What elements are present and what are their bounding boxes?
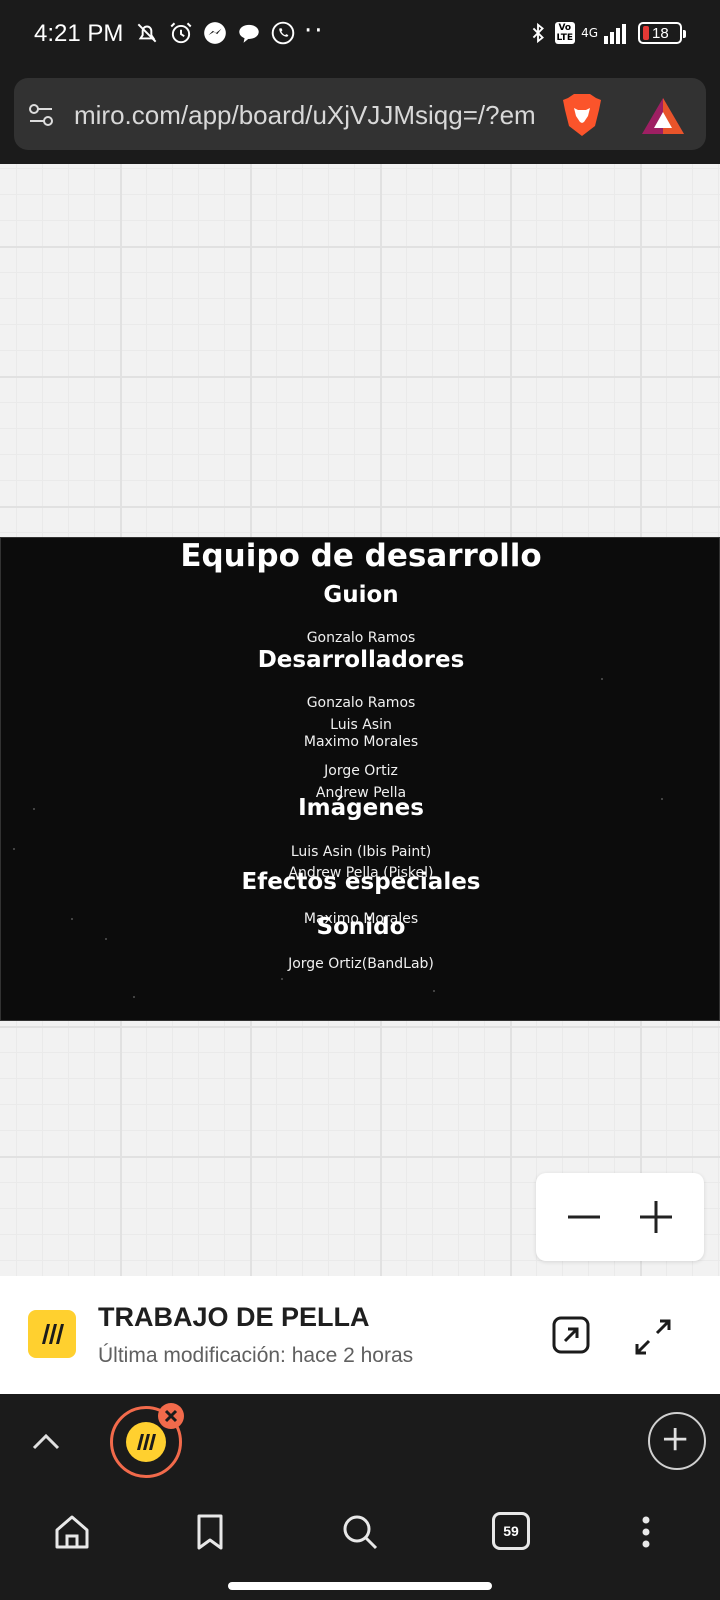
new-tab-button[interactable] <box>648 1412 706 1470</box>
alarm-icon <box>170 22 192 44</box>
fullscreen-icon[interactable] <box>631 1315 675 1359</box>
miro-logo-icon <box>42 1324 64 1344</box>
close-tab-icon[interactable] <box>158 1403 184 1429</box>
board-last-modified: Última modificación: hace 2 horas <box>98 1344 414 1367</box>
gesture-bar[interactable] <box>228 1582 492 1590</box>
credit-name: Maximo Morales <box>303 734 419 750</box>
credit-name: Jorge Ortiz <box>324 763 398 779</box>
system-status: Vo LTE 4G 18 <box>527 20 686 46</box>
tab-count: 59 <box>503 1523 519 1539</box>
board-info-bar: TRABAJO DE PELLA Última modificación: ha… <box>0 1276 720 1394</box>
zoom-in-icon[interactable] <box>634 1195 678 1239</box>
section-guion: Guion <box>323 582 399 608</box>
home-icon[interactable] <box>52 1512 92 1552</box>
address-bar[interactable]: miro.com/app/board/uXjVJJMsiqg=/?em <box>14 78 706 150</box>
bluetooth-icon <box>532 22 544 44</box>
battery-icon: 18 <box>638 22 686 44</box>
network-type: 4G <box>581 26 598 40</box>
more-notifications-indicator: ·· <box>304 16 325 46</box>
notification-icons <box>134 20 296 46</box>
signal-icon <box>604 24 626 44</box>
tab-strip <box>0 1394 720 1490</box>
credit-name: Gonzalo Ramos <box>306 695 416 711</box>
credit-name: Jorge Ortiz(BandLab) <box>288 956 434 972</box>
credits-frame[interactable]: Equipo de desarrollo Guion Gonzalo Ramos… <box>0 537 720 1021</box>
url-text[interactable]: miro.com/app/board/uXjVJJMsiqg=/?em <box>74 100 554 131</box>
credit-name: Gonzalo Ramos <box>306 630 416 646</box>
brave-rewards-icon[interactable] <box>640 96 686 136</box>
volte-badge: Vo LTE <box>554 22 576 44</box>
browser-toolbar: miro.com/app/board/uXjVJJMsiqg=/?em <box>0 72 720 164</box>
search-icon[interactable] <box>340 1512 380 1552</box>
status-time: 4:21 PM <box>34 20 124 47</box>
bell-off-icon <box>137 23 157 43</box>
plus-icon <box>663 1427 687 1451</box>
zoom-out-icon[interactable] <box>562 1195 606 1239</box>
tab-count-button[interactable]: 59 <box>492 1512 530 1550</box>
brave-shields-icon[interactable] <box>560 92 604 138</box>
board-title: TRABAJO DE PELLA <box>98 1302 370 1332</box>
whatsapp-icon <box>271 21 295 45</box>
battery-level: 18 <box>652 24 669 42</box>
credits-title: Equipo de desarrollo <box>180 538 542 574</box>
active-tab[interactable] <box>110 1403 184 1478</box>
section-sonido: Sonido <box>316 914 406 940</box>
status-bar: 4:21 PM ·· Vo LTE 4G 18 <box>0 0 720 72</box>
chevron-up-icon[interactable] <box>28 1424 64 1460</box>
open-in-app-icon[interactable] <box>551 1315 591 1355</box>
section-efectos: Efectos especiales <box>241 869 481 895</box>
chat-bubble-icon <box>239 24 259 43</box>
zoom-controls <box>536 1173 704 1261</box>
credit-name: Luis Asin <box>330 717 392 733</box>
messenger-icon <box>204 22 226 44</box>
bottom-navigation: 59 <box>0 1490 720 1600</box>
bookmark-icon[interactable] <box>190 1512 230 1552</box>
credit-name: Luis Asin (Ibis Paint) <box>290 844 432 860</box>
more-menu-icon[interactable] <box>626 1512 666 1552</box>
miro-logo <box>28 1310 76 1358</box>
site-settings-icon[interactable] <box>26 100 56 130</box>
section-imagenes: Imágenes <box>298 795 424 821</box>
section-desarrolladores: Desarrolladores <box>257 647 465 673</box>
